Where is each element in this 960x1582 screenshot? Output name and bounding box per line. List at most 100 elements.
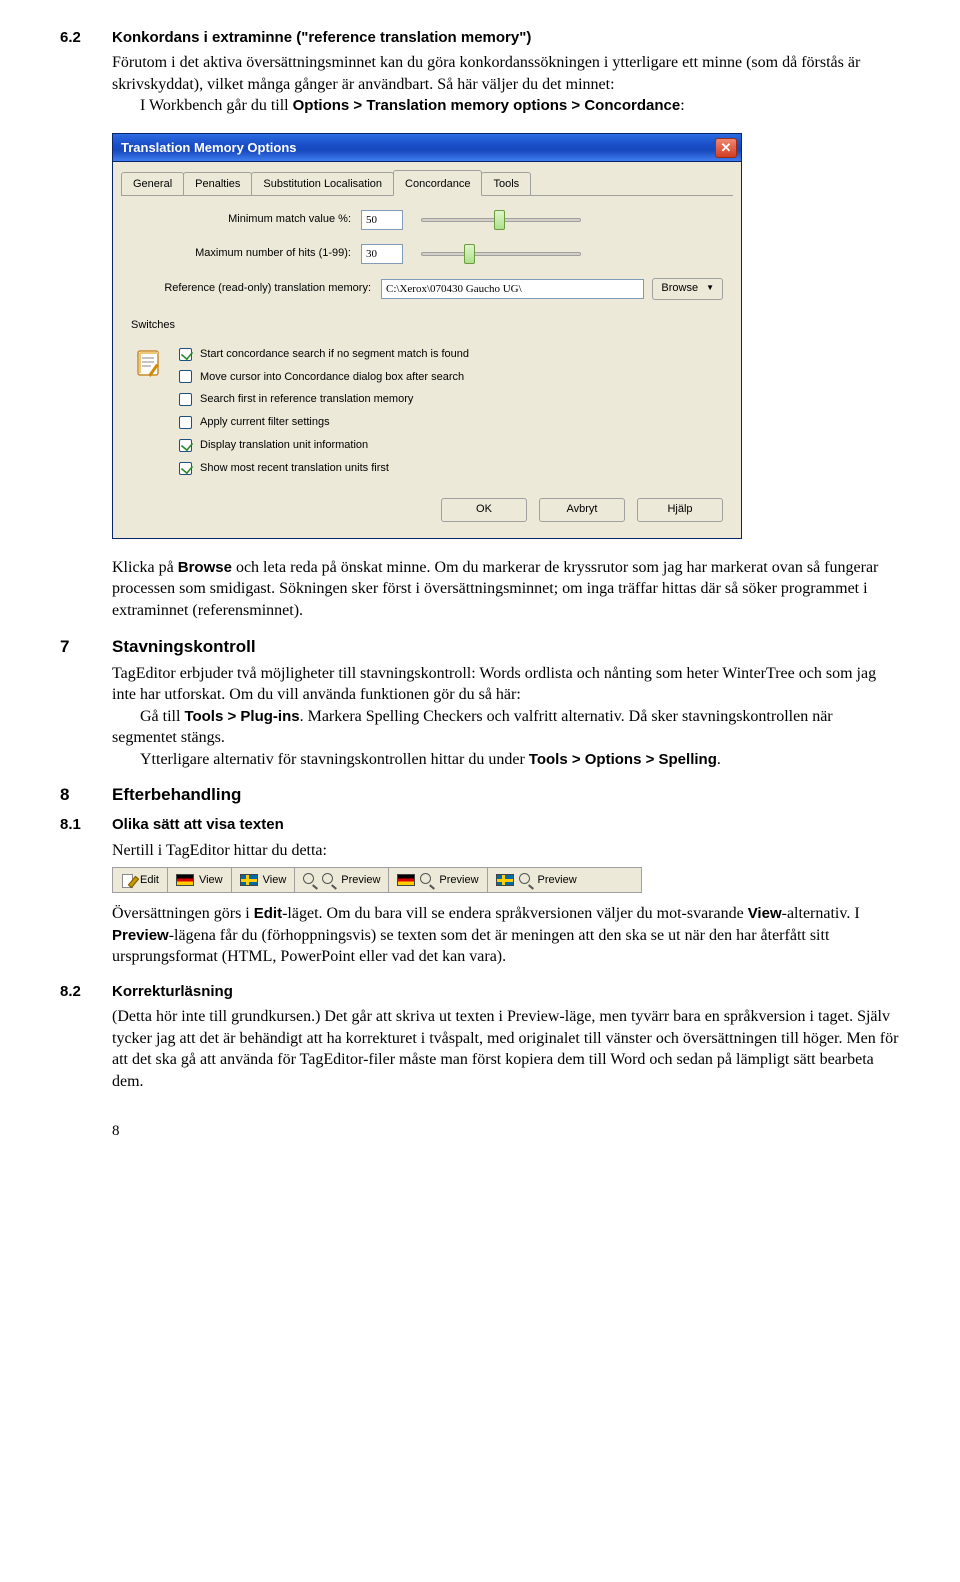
paragraph: I Workbench går du till Options > Transl…	[112, 95, 900, 117]
text: -alternativ. I	[782, 905, 860, 922]
heading-number: 8.1	[60, 815, 94, 835]
section-8-2-body: (Detta hör inte till grundkursen.) Det g…	[112, 1006, 900, 1092]
heading-6-2: 6.2 Konkordans i extraminne ("reference …	[60, 28, 900, 48]
switch-row: Move cursor into Concordance dialog box …	[179, 370, 469, 385]
heading-title: Stavningskontroll	[112, 636, 256, 659]
reference-input[interactable]	[381, 279, 644, 299]
section-6-2-body: Förutom i det aktiva översättningsminnet…	[112, 52, 900, 117]
tageditor-bottom-toolbar: Edit View View Preview Preview Preview	[112, 867, 642, 893]
switch-label: Start concordance search if no segment m…	[200, 347, 469, 362]
dialog-tabs: ↖ General Penalties Substitution Localis…	[121, 170, 733, 196]
browse-button[interactable]: Browse ▼	[652, 278, 723, 300]
text: .	[717, 751, 721, 768]
min-match-row: Minimum match value %:	[131, 210, 723, 230]
te-tab-edit[interactable]: Edit	[113, 868, 168, 892]
te-tab-label: View	[263, 873, 287, 888]
chevron-down-icon: ▼	[706, 283, 714, 294]
paragraph: Klicka på Browse och leta reda på önskat…	[112, 557, 900, 622]
heading-title: Olika sätt att visa texten	[112, 815, 284, 835]
text: Översättningen görs i	[112, 905, 254, 922]
dialog-panel: Minimum match value %: Maximum number of…	[113, 196, 741, 538]
max-hits-input[interactable]	[361, 244, 403, 264]
switch-label: Show most recent translation units first	[200, 461, 389, 476]
switch-row: Search first in reference translation me…	[179, 392, 469, 407]
flag-se-icon	[496, 874, 514, 886]
heading-number: 8	[60, 784, 94, 807]
text: Gå till	[140, 708, 184, 725]
menu-path: Tools > Options > Spelling	[529, 751, 717, 768]
checkbox[interactable]	[179, 462, 192, 475]
checkbox[interactable]	[179, 393, 192, 406]
te-tab-preview-both[interactable]: Preview	[295, 868, 389, 892]
checkbox[interactable]	[179, 416, 192, 429]
max-hits-label: Maximum number of hits (1-99):	[131, 246, 351, 261]
switch-label: Move cursor into Concordance dialog box …	[200, 370, 464, 385]
heading-number: 8.2	[60, 982, 94, 1002]
max-hits-slider[interactable]	[421, 252, 581, 256]
text: I Workbench går du till	[140, 97, 293, 114]
switch-row: Start concordance search if no segment m…	[179, 347, 469, 362]
magnifier-icon	[519, 873, 533, 887]
heading-8: 8 Efterbehandling	[60, 784, 900, 807]
magnifier-icon	[420, 873, 434, 887]
tab-tools[interactable]: Tools	[481, 172, 531, 195]
dialog-titlebar: Translation Memory Options ✕	[113, 134, 741, 162]
switch-label: Search first in reference translation me…	[200, 392, 413, 407]
te-tab-view-source[interactable]: View	[168, 868, 232, 892]
checkbox[interactable]	[179, 370, 192, 383]
ok-button[interactable]: OK	[441, 498, 527, 522]
switches-list: Start concordance search if no segment m…	[179, 345, 469, 476]
tab-substitution-localisation[interactable]: Substitution Localisation	[251, 172, 394, 195]
dialog-title: Translation Memory Options	[121, 139, 297, 157]
switch-row: Show most recent translation units first	[179, 461, 469, 476]
text: Klicka på	[112, 559, 178, 576]
edit-icon	[121, 873, 135, 887]
heading-number: 7	[60, 636, 94, 659]
switch-row: Apply current filter settings	[179, 415, 469, 430]
heading-title: Konkordans i extraminne ("reference tran…	[112, 28, 531, 48]
paragraph: Nertill i TagEditor hittar du detta:	[112, 840, 900, 862]
switches-box: Start concordance search if no segment m…	[131, 341, 723, 476]
checkbox[interactable]	[179, 439, 192, 452]
translation-memory-options-dialog: Translation Memory Options ✕ ↖ General P…	[112, 133, 742, 539]
slider-thumb[interactable]	[464, 244, 475, 264]
tab-penalties[interactable]: Penalties	[183, 172, 252, 195]
flag-de-icon	[176, 874, 194, 886]
notepad-icon	[131, 345, 167, 381]
te-tab-label: View	[199, 873, 223, 888]
heading-8-2: 8.2 Korrekturläsning	[60, 982, 900, 1002]
text: -läget. Om du bara vill se endera språkv…	[282, 905, 748, 922]
te-tab-preview-source[interactable]: Preview	[389, 868, 487, 892]
magnifier-icon	[303, 873, 317, 887]
min-match-slider[interactable]	[421, 218, 581, 222]
min-match-label: Minimum match value %:	[131, 212, 351, 227]
paragraph: Ytterligare alternativ för stavningskont…	[112, 749, 900, 771]
te-tab-view-target[interactable]: View	[232, 868, 296, 892]
slider-thumb[interactable]	[494, 210, 505, 230]
menu-path: Tools > Plug-ins	[184, 708, 299, 725]
help-button[interactable]: Hjälp	[637, 498, 723, 522]
paragraph: Gå till Tools > Plug-ins. Markera Spelli…	[112, 706, 900, 749]
reference-row: Reference (read-only) translation memory…	[131, 278, 723, 300]
switch-row: Display translation unit information	[179, 438, 469, 453]
text: :	[680, 97, 684, 114]
heading-title: Korrekturläsning	[112, 982, 233, 1002]
after-toolbar-text: Översättningen görs i Edit-läget. Om du …	[112, 903, 900, 968]
tab-concordance[interactable]: Concordance	[393, 170, 482, 196]
after-dialog-text: Klicka på Browse och leta reda på önskat…	[112, 557, 900, 622]
te-tab-label: Edit	[140, 873, 159, 888]
heading-8-1: 8.1 Olika sätt att visa texten	[60, 815, 900, 835]
te-tab-preview-target[interactable]: Preview	[488, 868, 585, 892]
min-match-input[interactable]	[361, 210, 403, 230]
cancel-button[interactable]: Avbryt	[539, 498, 625, 522]
flag-de-icon	[397, 874, 415, 886]
max-hits-row: Maximum number of hits (1-99):	[131, 244, 723, 264]
checkbox[interactable]	[179, 348, 192, 361]
dialog-buttons: OK Avbryt Hjälp	[131, 498, 723, 522]
heading-7: 7 Stavningskontroll	[60, 636, 900, 659]
close-icon[interactable]: ✕	[715, 138, 737, 158]
paragraph: (Detta hör inte till grundkursen.) Det g…	[112, 1006, 900, 1092]
ui-term: View	[748, 905, 782, 922]
tab-general[interactable]: General	[121, 172, 184, 195]
text: -lägena får du (förhoppningsvis) se text…	[112, 927, 829, 966]
